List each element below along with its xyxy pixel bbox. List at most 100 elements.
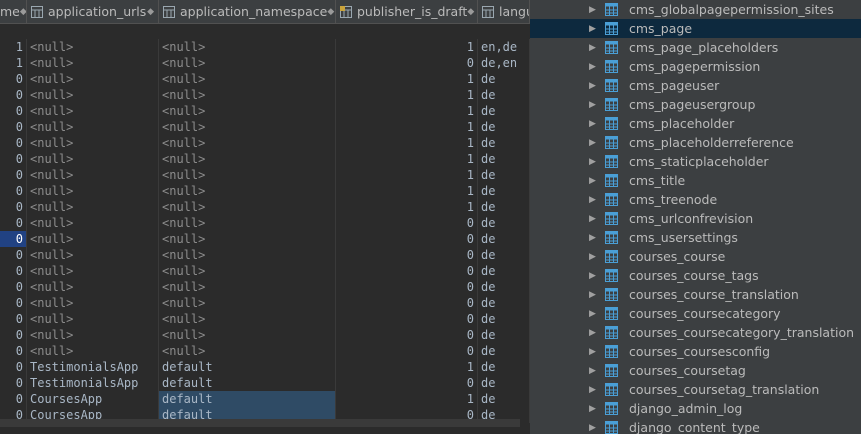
table-cell-c0[interactable]: 0 bbox=[0, 359, 27, 375]
table-row[interactable]: 0 <null> <null> 0 de bbox=[0, 215, 530, 231]
table-cell-c1[interactable]: CoursesApp bbox=[27, 391, 159, 407]
sort-icon[interactable]: ◆ bbox=[20, 7, 26, 17]
tree-item-cms_globalpagepermission_sites[interactable]: ▶ cms_globalpagepermission_sites bbox=[530, 0, 861, 19]
expand-arrow-icon[interactable]: ▶ bbox=[589, 328, 596, 338]
tree-item-cms_placeholder[interactable]: ▶ cms_placeholder bbox=[530, 114, 861, 133]
table-cell-c3[interactable]: 1 bbox=[336, 39, 478, 55]
table-row[interactable]: 1 <null> <null> 0 de,en bbox=[0, 55, 530, 71]
tree-item-cms_pageuser[interactable]: ▶ cms_pageuser bbox=[530, 76, 861, 95]
table-cell-c0[interactable]: 0 bbox=[0, 215, 27, 231]
expand-arrow-icon[interactable]: ▶ bbox=[589, 43, 596, 53]
table-cell-c4[interactable]: de bbox=[478, 263, 530, 279]
table-cell-c3[interactable]: 0 bbox=[336, 375, 478, 391]
table-cell-c4[interactable]: de bbox=[478, 247, 530, 263]
tree-item-cms_pagepermission[interactable]: ▶ cms_pagepermission bbox=[530, 57, 861, 76]
table-cell-c0[interactable]: 0 bbox=[0, 183, 27, 199]
table-cell-c0[interactable]: 1 bbox=[0, 39, 27, 55]
column-header-1[interactable]: application_urls ◆ bbox=[27, 0, 159, 23]
table-cell-c0[interactable]: 0 bbox=[0, 71, 27, 87]
expand-arrow-icon[interactable]: ▶ bbox=[589, 100, 596, 110]
table-cell-c1[interactable]: <null> bbox=[27, 295, 159, 311]
table-cell-c3[interactable]: 0 bbox=[336, 327, 478, 343]
table-cell-c2[interactable]: <null> bbox=[159, 343, 336, 359]
table-cell-c3[interactable]: 0 bbox=[336, 311, 478, 327]
table-cell-c2[interactable]: <null> bbox=[159, 151, 336, 167]
expand-arrow-icon[interactable]: ▶ bbox=[589, 252, 596, 262]
table-cell-c2[interactable]: <null> bbox=[159, 247, 336, 263]
table-cell-c3[interactable]: 1 bbox=[336, 71, 478, 87]
tree-item-courses_coursecategory_translation[interactable]: ▶ courses_coursecategory_translation bbox=[530, 323, 861, 342]
table-cell-c3[interactable]: 1 bbox=[336, 151, 478, 167]
table-cell-c4[interactable]: de bbox=[478, 215, 530, 231]
table-cell-c1[interactable]: <null> bbox=[27, 119, 159, 135]
table-cell-c0[interactable]: 0 bbox=[0, 87, 27, 103]
table-cell-c2[interactable]: <null> bbox=[159, 327, 336, 343]
table-cell-c0[interactable]: 0 bbox=[0, 167, 27, 183]
table-cell-c1[interactable]: <null> bbox=[27, 103, 159, 119]
table-row[interactable]: 1 <null> <null> 1 en,de bbox=[0, 39, 530, 55]
expand-arrow-icon[interactable]: ▶ bbox=[589, 214, 596, 224]
table-cell-c2[interactable]: default bbox=[159, 359, 336, 375]
table-cell-c3[interactable]: 1 bbox=[336, 135, 478, 151]
table-cell-c0[interactable]: 0 bbox=[0, 375, 27, 391]
expand-arrow-icon[interactable]: ▶ bbox=[589, 5, 596, 15]
table-cell-c3[interactable]: 1 bbox=[336, 103, 478, 119]
table-cell-c0[interactable]: 0 bbox=[0, 231, 27, 247]
tree-item-django_admin_log[interactable]: ▶ django_admin_log bbox=[530, 399, 861, 418]
table-row[interactable]: 0 <null> <null> 1 de bbox=[0, 167, 530, 183]
tree-item-courses_coursesconfig[interactable]: ▶ courses_coursesconfig bbox=[530, 342, 861, 361]
table-cell-c3[interactable]: 1 bbox=[336, 199, 478, 215]
expand-arrow-icon[interactable]: ▶ bbox=[589, 423, 596, 433]
table-row[interactable]: 0 <null> <null> 1 de bbox=[0, 71, 530, 87]
table-cell-c4[interactable]: de bbox=[478, 87, 530, 103]
table-cell-c2[interactable]: <null> bbox=[159, 263, 336, 279]
sort-icon[interactable]: ◆ bbox=[147, 7, 154, 17]
table-row[interactable]: 0 <null> <null> 1 de bbox=[0, 199, 530, 215]
expand-arrow-icon[interactable]: ▶ bbox=[589, 81, 596, 91]
expand-arrow-icon[interactable]: ▶ bbox=[589, 138, 596, 148]
table-cell-c1[interactable]: <null> bbox=[27, 151, 159, 167]
table-cell-c0[interactable]: 0 bbox=[0, 327, 27, 343]
table-row[interactable]: 0 <null> <null> 0 de bbox=[0, 247, 530, 263]
table-row[interactable]: 0 <null> <null> 0 de bbox=[0, 279, 530, 295]
table-cell-c4[interactable]: de bbox=[478, 359, 530, 375]
expand-arrow-icon[interactable]: ▶ bbox=[589, 271, 596, 281]
table-cell-c1[interactable]: <null> bbox=[27, 311, 159, 327]
table-row[interactable]: 0 <null> <null> 1 de bbox=[0, 151, 530, 167]
table-cell-c1[interactable]: <null> bbox=[27, 55, 159, 71]
column-header-4[interactable]: langu bbox=[478, 0, 530, 23]
expand-arrow-icon[interactable]: ▶ bbox=[589, 404, 596, 414]
table-row[interactable]: 0 <null> <null> 0 de bbox=[0, 343, 530, 359]
table-row[interactable]: 0 <null> <null> 0 de bbox=[0, 311, 530, 327]
table-cell-c0[interactable]: 0 bbox=[0, 199, 27, 215]
table-row[interactable]: 0 <null> <null> 1 de bbox=[0, 103, 530, 119]
table-cell-c0[interactable]: 0 bbox=[0, 391, 27, 407]
table-cell-c0[interactable]: 0 bbox=[0, 295, 27, 311]
table-cell-c4[interactable]: de bbox=[478, 151, 530, 167]
table-cell-c1[interactable]: <null> bbox=[27, 183, 159, 199]
tree-item-courses_course[interactable]: ▶ courses_course bbox=[530, 247, 861, 266]
table-cell-c3[interactable]: 1 bbox=[336, 167, 478, 183]
table-cell-c0[interactable]: 0 bbox=[0, 119, 27, 135]
table-cell-c2[interactable]: default bbox=[159, 375, 336, 391]
table-cell-c4[interactable]: de bbox=[478, 295, 530, 311]
tree-item-cms_placeholderreference[interactable]: ▶ cms_placeholderreference bbox=[530, 133, 861, 152]
table-cell-c3[interactable]: 1 bbox=[336, 87, 478, 103]
table-cell-c4[interactable]: de bbox=[478, 71, 530, 87]
column-header-3[interactable]: publisher_is_draft ◆ bbox=[336, 0, 478, 23]
table-cell-c4[interactable]: en,de bbox=[478, 39, 530, 55]
table-row[interactable]: 0 <null> <null> 1 de bbox=[0, 119, 530, 135]
table-row[interactable]: 0 <null> <null> 0 de bbox=[0, 263, 530, 279]
tree-item-courses_course_translation[interactable]: ▶ courses_course_translation bbox=[530, 285, 861, 304]
table-row[interactable]: 0 TestimonialsApp default 0 de bbox=[0, 375, 530, 391]
table-cell-c0[interactable]: 0 bbox=[0, 343, 27, 359]
table-cell-c4[interactable]: de bbox=[478, 391, 530, 407]
table-cell-c1[interactable]: TestimonialsApp bbox=[27, 359, 159, 375]
table-cell-c4[interactable]: de bbox=[478, 183, 530, 199]
expand-arrow-icon[interactable]: ▶ bbox=[589, 119, 596, 129]
expand-arrow-icon[interactable]: ▶ bbox=[589, 157, 596, 167]
tree-item-cms_treenode[interactable]: ▶ cms_treenode bbox=[530, 190, 861, 209]
expand-arrow-icon[interactable]: ▶ bbox=[589, 62, 596, 72]
table-cell-c2[interactable]: <null> bbox=[159, 55, 336, 71]
table-cell-c0[interactable]: 0 bbox=[0, 247, 27, 263]
